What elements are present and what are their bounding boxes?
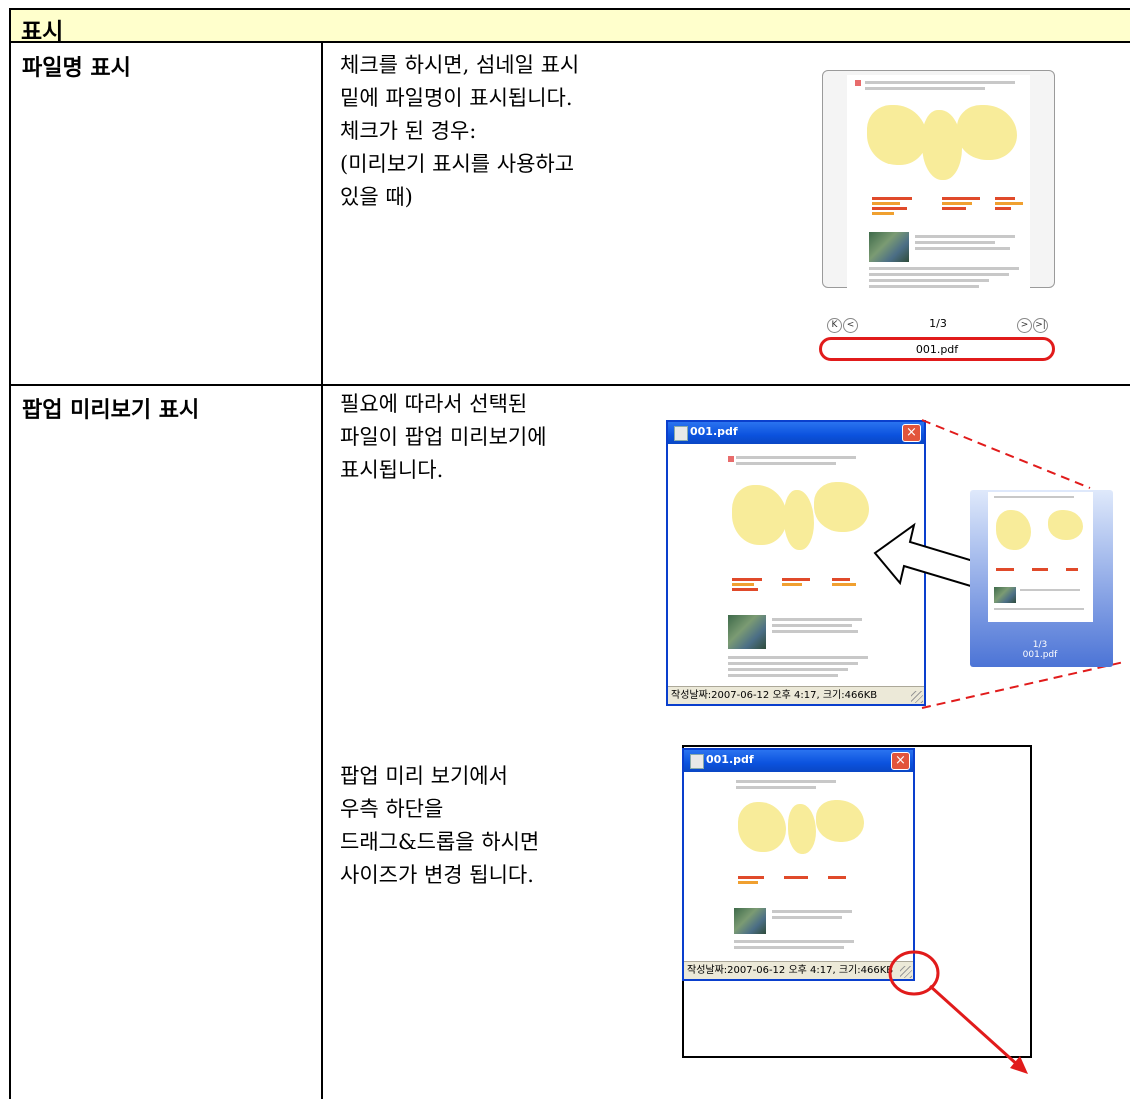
thumbnail-page xyxy=(847,75,1030,297)
small-thumbnail-panel: 1/3 001.pdf xyxy=(970,490,1113,667)
first-page-icon[interactable]: K xyxy=(827,318,842,333)
dashed-line-top xyxy=(921,419,1091,489)
row-label-popup-preview: 팝업 미리보기 표시 xyxy=(22,398,200,423)
row-desc-popup-preview: 필요에 따라서 선택된 파일이 팝업 미리보기에 표시됩니다. xyxy=(340,392,547,482)
section-header: 표시 xyxy=(9,8,1130,45)
section-title: 표시 xyxy=(21,19,64,45)
pdf-file-icon xyxy=(674,426,688,441)
popup2-titlebar[interactable]: 001.pdf × xyxy=(684,750,913,772)
row-label-filename-display: 파일명 표시 xyxy=(22,56,131,81)
table-divider-row xyxy=(9,384,1130,386)
popup-title: 001.pdf xyxy=(690,425,738,438)
filename-highlight-ring: 001.pdf xyxy=(819,337,1055,361)
dashed-line-bottom xyxy=(921,661,1125,709)
close-icon-2[interactable]: × xyxy=(891,752,910,770)
popup2-title: 001.pdf xyxy=(706,753,754,766)
row-desc-popup-resize: 팝업 미리 보기에서 우측 하단을 드래그&드롭을 하시면 사이즈가 변경 됩니… xyxy=(340,764,540,887)
popup2-page xyxy=(730,774,868,964)
last-page-icon[interactable]: >| xyxy=(1033,318,1048,333)
popup2-status-bar: 작성날짜:2007-06-12 오후 4:17, 크기:466KB xyxy=(684,961,913,979)
row-desc-filename-display: 체크를 하시면, 섬네일 표시 밑에 파일명이 표시됩니다. 체크가 된 경우:… xyxy=(340,53,580,209)
small-thumbnail-page xyxy=(988,492,1093,622)
popup-page xyxy=(722,450,874,686)
pdf-file-icon-2 xyxy=(690,754,704,769)
thumbnail-nav-bar: K < 1/3 > >| xyxy=(823,316,1055,336)
thumbnail-filename: 001.pdf xyxy=(915,343,959,356)
small-filename: 001.pdf xyxy=(1022,650,1058,660)
drag-arrow-line xyxy=(928,984,1022,1069)
next-page-icon[interactable]: > xyxy=(1017,318,1032,333)
table-border-left xyxy=(9,43,11,1099)
prev-page-icon[interactable]: < xyxy=(843,318,858,333)
table-divider-column xyxy=(321,43,323,1099)
popup-preview-window-resize[interactable]: 001.pdf × 작성날짜:2007-06-12 오후 4:17, 크기:46… xyxy=(682,748,915,981)
small-page-indicator: 1/3 xyxy=(1032,640,1048,650)
thumbnail-preview-panel xyxy=(822,70,1055,297)
page-indicator: 1/3 xyxy=(929,317,947,330)
resize-drag-annotation xyxy=(888,950,1028,1074)
